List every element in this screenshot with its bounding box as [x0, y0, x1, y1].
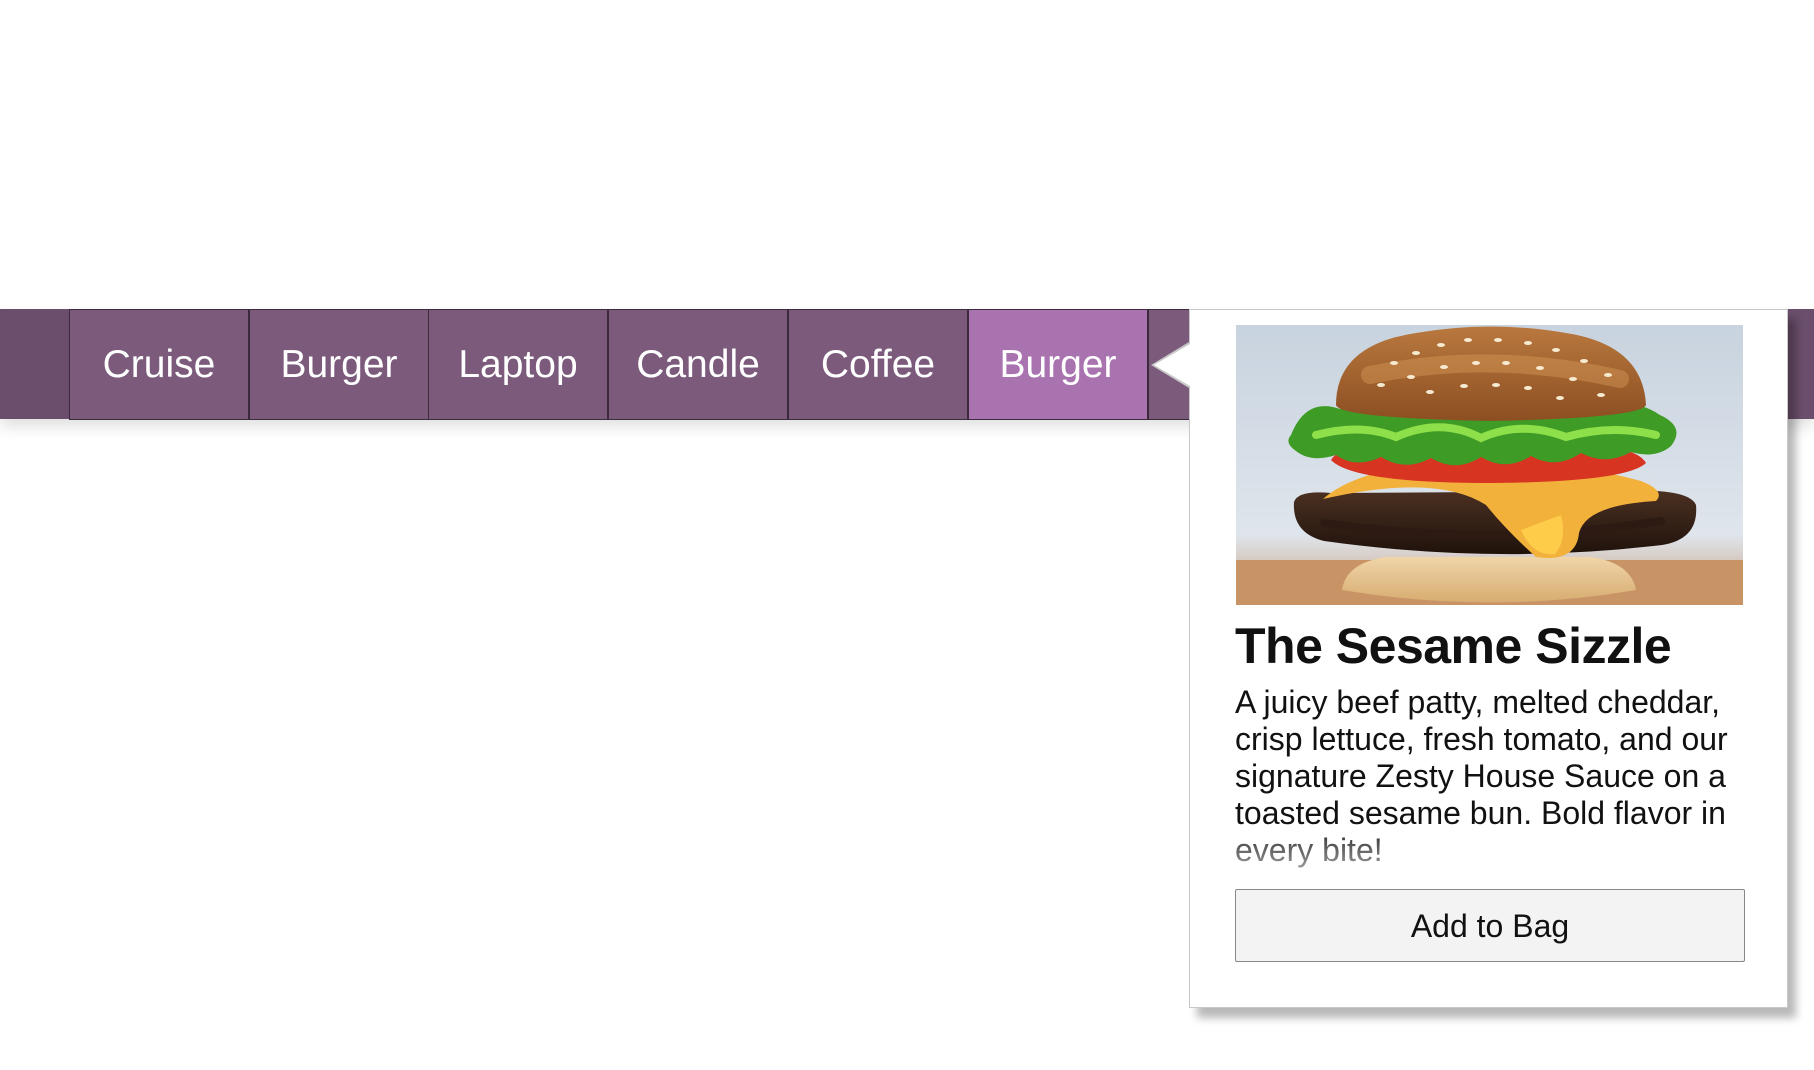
tab-cruise[interactable]: Cruise [69, 309, 249, 420]
page: Cruise Burger Laptop Candle Coffee Burge… [0, 0, 1814, 1070]
tab-coffee[interactable]: Coffee [788, 309, 968, 420]
tab-burger[interactable]: Burger [249, 309, 429, 420]
tab-burger-active[interactable]: Burger [968, 309, 1148, 420]
burger-image [1236, 325, 1743, 605]
product-description: A juicy beef patty, melted cheddar, cris… [1235, 684, 1728, 868]
product-title: The Sesame Sizzle [1235, 618, 1672, 674]
add-to-bag-button[interactable]: Add to Bag [1235, 889, 1745, 962]
tab-laptop[interactable]: Laptop [428, 309, 608, 420]
tab-candle[interactable]: Candle [608, 309, 788, 420]
popover-arrow [1154, 344, 1190, 386]
